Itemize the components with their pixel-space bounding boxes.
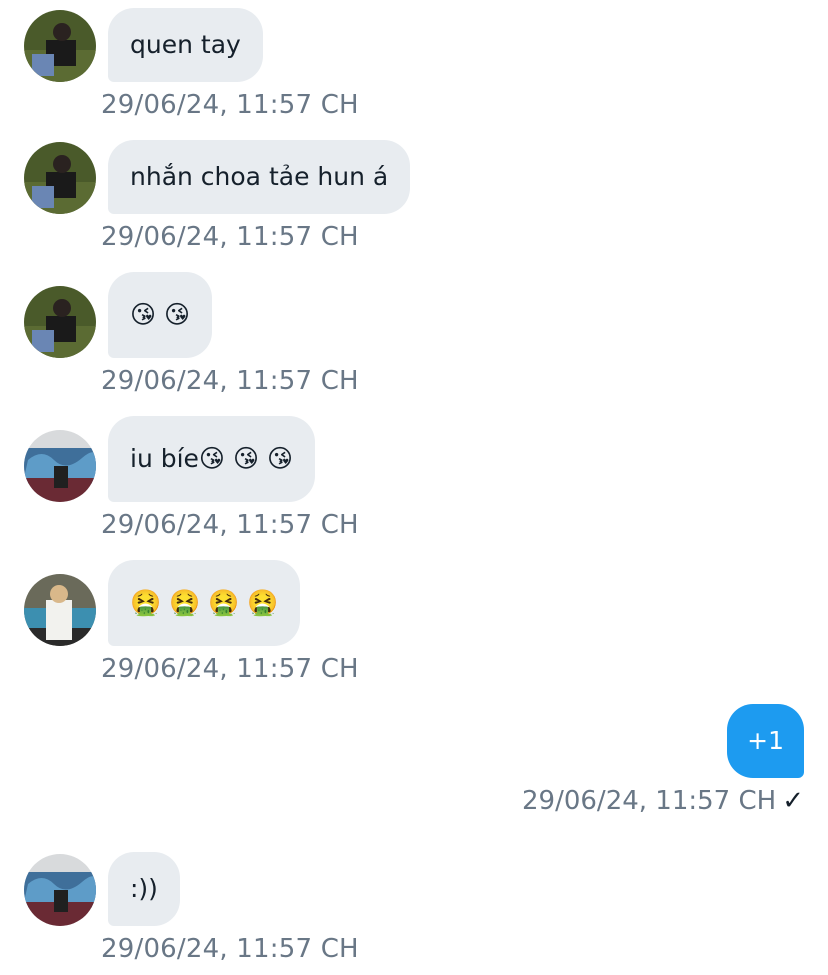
message-bubble[interactable]: 😘 😘 (108, 272, 213, 358)
message-timestamp: 29/06/24, 11:57 CH (101, 90, 359, 120)
sender-avatar[interactable] (24, 430, 96, 502)
message-bubble[interactable]: quen tay (108, 8, 263, 82)
message-timestamp: 29/06/24, 11:57 CH (101, 366, 359, 396)
outgoing-timestamp-text: 29/06/24, 11:57 CH (522, 786, 777, 816)
message-timestamp: 29/06/24, 11:57 CH (101, 934, 359, 964)
outgoing-bubble[interactable]: +1 (727, 704, 804, 778)
message-bubble[interactable]: nhắn choa tảe hun á (108, 140, 411, 214)
outgoing-timestamp: 29/06/24, 11:57 CH ✓ (522, 786, 804, 816)
sender-avatar[interactable] (24, 286, 96, 358)
message-bubble[interactable]: iu bíe😘 😘 😘 (108, 416, 316, 502)
message-timestamp: 29/06/24, 11:57 CH (101, 510, 359, 540)
sent-check-icon: ✓ (782, 786, 804, 816)
message-bubble[interactable]: 🤮 🤮 🤮 🤮 (108, 560, 301, 646)
sender-avatar[interactable] (24, 854, 96, 926)
message-timestamp: 29/06/24, 11:57 CH (101, 654, 359, 684)
message-timestamp: 29/06/24, 11:57 CH (101, 222, 359, 252)
sender-avatar[interactable] (24, 142, 96, 214)
message-bubble[interactable]: :)) (108, 852, 180, 926)
sender-avatar[interactable] (24, 574, 96, 646)
sender-avatar[interactable] (24, 10, 96, 82)
